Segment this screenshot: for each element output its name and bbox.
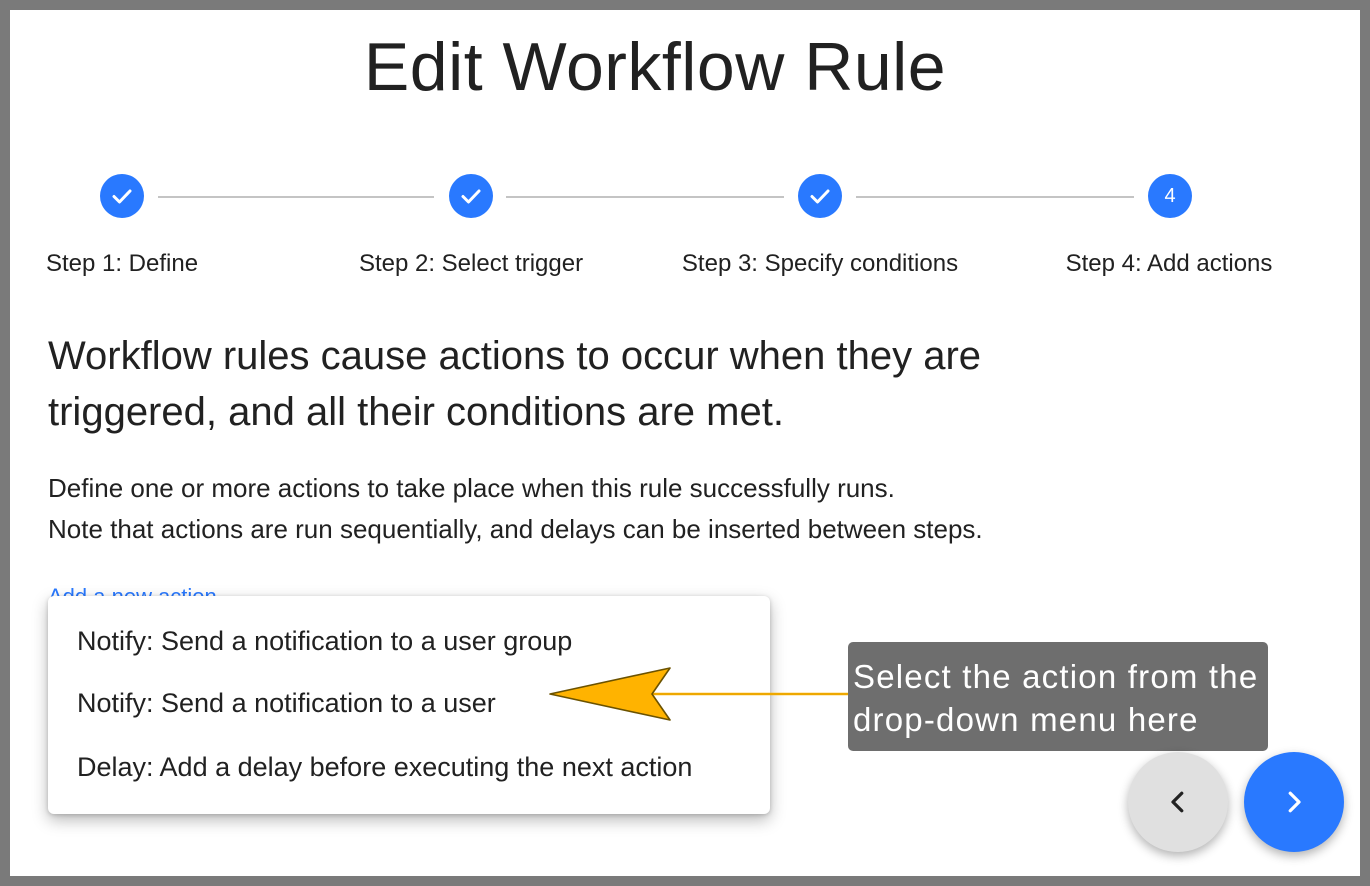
next-step-button[interactable] [1244, 752, 1344, 852]
headline-line-1: Workflow rules cause actions to occur wh… [48, 334, 982, 378]
chevron-right-icon [1288, 791, 1301, 813]
previous-step-button[interactable] [1128, 752, 1228, 852]
step-1-indicator[interactable] [100, 174, 144, 218]
step-1-label: Step 1: Define [45, 250, 199, 277]
step-3-label: Step 3: Specify conditions [681, 250, 959, 277]
headline-line-2: triggered, and all their conditions are … [48, 390, 784, 434]
step-connector [856, 196, 1134, 198]
step-2-indicator[interactable] [449, 174, 493, 218]
headline: Workflow rules cause actions to occur wh… [48, 328, 1148, 440]
check-icon [112, 189, 132, 204]
callout-line-1: Select the action from the [853, 658, 1259, 695]
step-4-indicator[interactable]: 4 [1148, 174, 1192, 218]
check-icon [461, 189, 481, 204]
description: Define one or more actions to take place… [48, 468, 983, 550]
description-line-2: Note that actions are run sequentially, … [48, 514, 983, 544]
step-connector [506, 196, 784, 198]
callout-line-2: drop-down menu here [853, 701, 1199, 738]
step-4-label: Step 4: Add actions [1065, 250, 1273, 277]
menu-item-notify-user[interactable]: Notify: Send a notification to a user [77, 688, 496, 719]
step-4-number: 4 [1164, 184, 1176, 207]
callout-tooltip: Select the action from the drop-down men… [848, 642, 1268, 751]
menu-item-notify-user-group[interactable]: Notify: Send a notification to a user gr… [77, 626, 572, 657]
workflow-editor-window: Edit Workflow Rule 4 Step 1: Define Step… [10, 10, 1360, 876]
check-icon [810, 189, 830, 204]
page-title: Edit Workflow Rule [363, 29, 947, 105]
callout-arrow [549, 667, 852, 721]
description-line-1: Define one or more actions to take place… [48, 473, 895, 503]
menu-item-delay[interactable]: Delay: Add a delay before executing the … [77, 752, 692, 783]
step-2-label: Step 2: Select trigger [358, 250, 584, 277]
step-3-indicator[interactable] [798, 174, 842, 218]
step-connector [158, 196, 434, 198]
chevron-left-icon [1171, 791, 1184, 813]
